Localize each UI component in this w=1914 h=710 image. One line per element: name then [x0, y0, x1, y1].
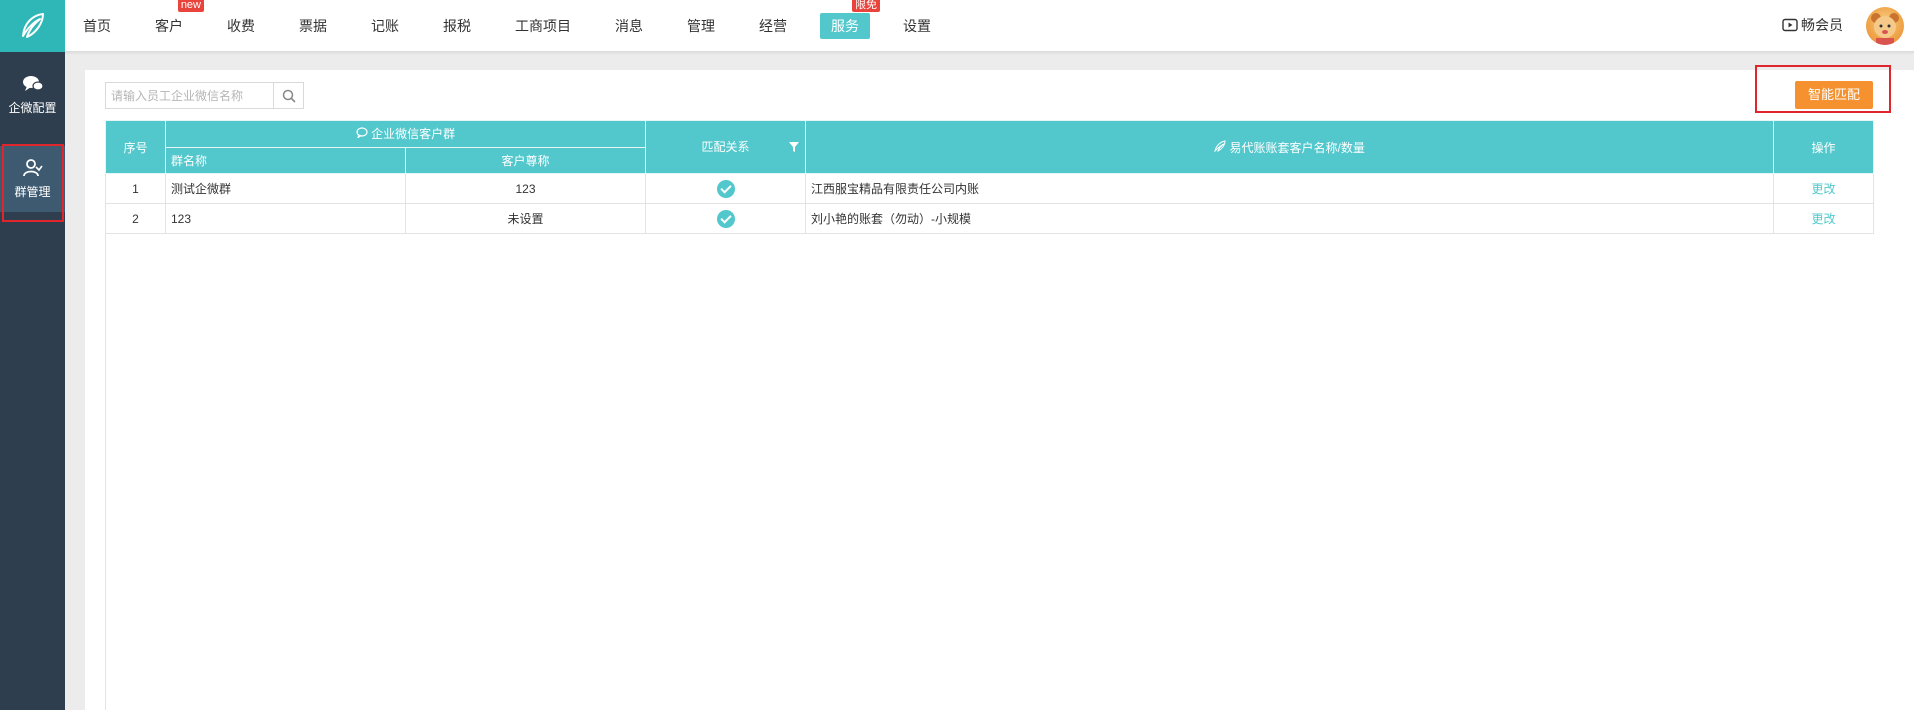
nav-badge: new [177, 0, 204, 12]
highlight-box-sidebar [2, 144, 64, 222]
row-group-name: 测试企微群 [165, 173, 406, 204]
nav-service[interactable]: 服务 限免 [820, 0, 880, 39]
nav-management[interactable]: 管理 [676, 13, 726, 39]
col-customer-nick-header: 客户尊称 [404, 146, 647, 174]
col-action-header: 操作 [1773, 120, 1875, 174]
row-index: 2 [105, 203, 166, 234]
row-index: 1 [105, 173, 166, 204]
feather-icon [1214, 139, 1226, 153]
play-video-icon [1782, 18, 1798, 32]
nav-customer[interactable]: 客户 new [144, 0, 204, 39]
nav-bills[interactable]: 票据 [288, 13, 338, 39]
col-group-header: 企业微信客户群 [164, 120, 647, 148]
main-nav: 首页 客户 new 收费 票据 记账 报税 工商项目 消息 管理 经营 服务 限免 设置 [72, 0, 964, 52]
nav-item-label: 消息 [615, 18, 643, 34]
nav-charge[interactable]: 收费 [216, 13, 266, 39]
match-header-label: 匹配关系 [701, 140, 750, 154]
table-left-border [105, 201, 106, 710]
nav-item-label: 票据 [299, 18, 327, 34]
row-customer-nick: 未设置 [404, 203, 647, 234]
nav-settings[interactable]: 设置 [892, 13, 942, 39]
row-customer-nick: 123 [404, 173, 647, 204]
chat-bubbles-icon [22, 75, 44, 91]
employee-search-box [105, 82, 304, 109]
row-match-status [645, 173, 807, 204]
sidebar-item-label: 企微配置 [8, 100, 57, 115]
change-link[interactable]: 更改 [1812, 212, 1836, 226]
nav-operation[interactable]: 经营 [748, 13, 798, 39]
col-match-header[interactable]: 匹配关系 [645, 120, 807, 174]
nav-item-label: 报税 [443, 18, 471, 34]
avatar-cartoon-icon [1871, 13, 1899, 45]
group-table: 序号 企业微信客户群 匹配关系 易代账账套客户名称/数量 操作 群名称 客户尊称… [105, 120, 1875, 234]
nav-item-label: 工商项目 [515, 18, 571, 34]
main-panel: 智能匹配 序号 企业微信客户群 [85, 70, 1914, 710]
nav-item-label: 记账 [371, 18, 399, 34]
highlight-box-smart-match [1755, 65, 1891, 113]
vip-label: 畅会员 [1801, 17, 1843, 33]
nav-bookkeeping[interactable]: 记账 [360, 13, 410, 39]
top-bar: 首页 客户 new 收费 票据 记账 报税 工商项目 消息 管理 经营 服务 限免 设置 畅会员 [0, 0, 1914, 52]
nav-item-label: 设置 [903, 18, 931, 34]
app-logo[interactable] [0, 0, 65, 52]
vip-link[interactable]: 畅会员 [1782, 15, 1843, 35]
table-row: 1 测试企微群 123 江西服宝精品有限责任公司内账 更改 [105, 173, 1875, 204]
employee-search-input[interactable] [106, 83, 266, 108]
nav-item-label: 收费 [227, 18, 255, 34]
nav-item-label: 首页 [83, 18, 111, 34]
sidebar-item-wecom-config[interactable]: 企微配置 [0, 62, 65, 128]
matched-check-icon [716, 209, 735, 228]
account-header-label: 易代账账套客户名称/数量 [1229, 140, 1365, 155]
nav-badge: 限免 [852, 0, 880, 12]
col-index-header: 序号 [105, 120, 166, 174]
row-group-name: 123 [165, 203, 406, 234]
table-row: 2 123 未设置 刘小艳的账套（勿动）-小规模 更改 [105, 203, 1875, 234]
nav-business[interactable]: 工商项目 [504, 13, 582, 39]
matched-check-icon [716, 179, 735, 198]
nav-item-label: 服务 [831, 18, 859, 34]
chat-bubble-icon [356, 127, 368, 140]
user-avatar[interactable] [1866, 7, 1904, 45]
col-group-name-header: 群名称 [165, 146, 406, 174]
nav-tax[interactable]: 报税 [432, 13, 482, 39]
search-icon [282, 89, 296, 103]
nav-messages[interactable]: 消息 [604, 13, 654, 39]
row-account-name: 江西服宝精品有限责任公司内账 [805, 173, 1775, 204]
change-link[interactable]: 更改 [1812, 182, 1836, 196]
filter-icon[interactable] [789, 142, 800, 152]
col-account-header: 易代账账套客户名称/数量 [805, 120, 1775, 174]
nav-item-label: 经营 [759, 18, 787, 34]
row-match-status [645, 203, 807, 234]
nav-item-label: 管理 [687, 18, 715, 34]
search-button[interactable] [273, 83, 303, 108]
nav-home[interactable]: 首页 [72, 13, 122, 39]
row-account-name: 刘小艳的账套（勿动）-小规模 [805, 203, 1775, 234]
group-header-label: 企业微信客户群 [371, 127, 456, 142]
nav-item-label: 客户 [155, 18, 183, 34]
feather-logo-icon [21, 13, 44, 38]
